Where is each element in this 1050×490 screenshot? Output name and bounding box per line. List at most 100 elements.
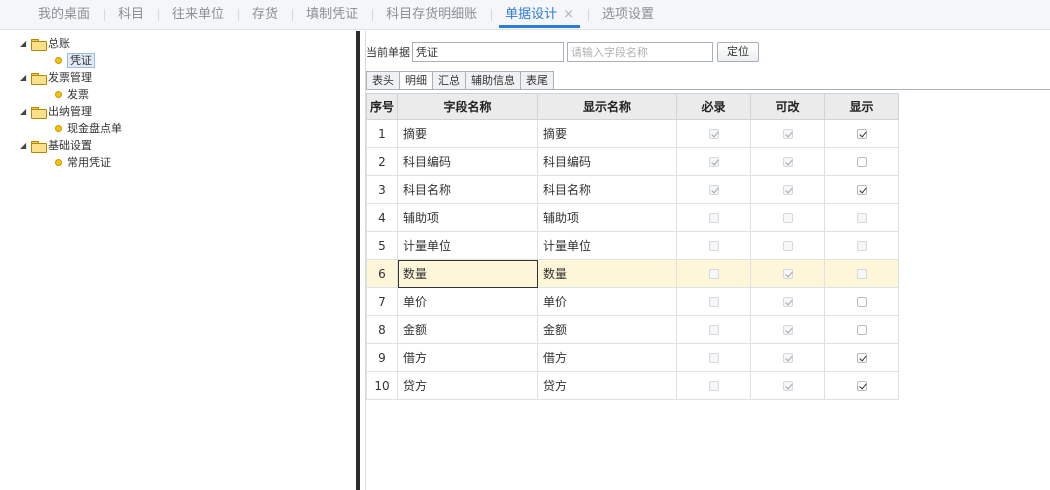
field-name-cell[interactable]: 数量 [397,259,538,288]
display-name-cell[interactable]: 辅助项 [537,203,677,232]
folder-icon [31,106,47,119]
display-name-cell[interactable]: 数量 [537,259,677,288]
field-name-cell[interactable]: 金额 [397,315,538,344]
table-row[interactable]: 3 科目名称 科目名称 [366,175,899,204]
grid-column-header: 字段名称 [397,93,538,120]
document-leaf-icon [55,125,62,132]
required-cell [676,175,751,204]
editable-cell [750,203,825,232]
design-panel: 当前单据 定位 表头明细汇总辅助信息表尾 序号字段名称显示名称必录可改显示 1摘… [366,31,1050,490]
visible-checkbox[interactable] [856,297,867,307]
visible-checkbox[interactable] [856,157,867,167]
editable-cell [750,119,825,148]
visible-checkbox[interactable] [856,325,867,335]
nav-tab-4[interactable]: 填制凭证 [292,0,372,30]
field-name-cell[interactable]: 辅助项 [397,203,538,232]
visible-checkbox[interactable] [856,185,867,195]
visible-checkbox[interactable] [856,381,867,391]
editable-checkbox [782,241,793,251]
visible-cell [824,147,899,176]
visible-checkbox[interactable] [856,353,867,363]
field-name-cell[interactable]: 单价 [397,287,538,316]
required-cell [676,259,751,288]
required-checkbox [708,157,719,167]
display-name-cell[interactable]: 单价 [537,287,677,316]
field-name-cell[interactable]: 贷方 [397,371,538,400]
expand-triangle-icon[interactable]: ◢ [20,35,28,52]
document-leaf-icon [55,159,62,166]
tree-leaf[interactable]: 现金盘点单 [0,120,356,137]
toolbar: 当前单据 定位 [366,41,759,63]
required-cell [676,343,751,372]
display-name-cell[interactable]: 借方 [537,343,677,372]
table-row[interactable]: 7 单价 单价 [366,287,899,316]
tree-node-label: 出纳管理 [48,105,92,118]
table-row[interactable]: 10 贷方 贷方 [366,371,899,400]
table-row[interactable]: 8 金额 金额 [366,315,899,344]
field-name-cell[interactable]: 摘要 [397,119,538,148]
editable-cell [750,343,825,372]
tree-node-label: 基础设置 [48,139,92,152]
tree-node[interactable]: ◢ 出纳管理 [0,103,356,120]
nav-tab-0[interactable]: 我的桌面 [24,0,104,30]
expand-triangle-icon[interactable]: ◢ [20,69,28,86]
table-row[interactable]: 2 科目编码 科目编码 [366,147,899,176]
visible-checkbox[interactable] [856,129,867,139]
table-row[interactable]: 5 计量单位 计量单位 [366,231,899,260]
nav-tab-5[interactable]: 科目存货明细账 [372,0,491,30]
editable-checkbox [782,269,793,279]
tree-leaf[interactable]: 凭证 [0,52,356,69]
nav-tab-3[interactable]: 存货 [238,0,292,30]
expand-triangle-icon[interactable]: ◢ [20,137,28,154]
table-row[interactable]: 1 摘要 摘要 [366,119,899,148]
table-row[interactable]: 6 数量 数量 [366,259,899,288]
display-name-cell[interactable]: 科目编码 [537,147,677,176]
field-search-input[interactable] [567,42,713,62]
nav-tab-7[interactable]: 选项设置 [588,0,668,30]
tab-1[interactable]: 明细 [399,71,432,90]
field-name-cell[interactable]: 借方 [397,343,538,372]
display-name-cell[interactable]: 金额 [537,315,677,344]
tab-2[interactable]: 汇总 [432,71,465,90]
visible-cell [824,371,899,400]
table-row[interactable]: 9 借方 借方 [366,343,899,372]
nav-tab-2[interactable]: 往来单位 [158,0,238,30]
required-cell [676,231,751,260]
field-name-cell[interactable]: 计量单位 [397,231,538,260]
tree-node[interactable]: ◢ 基础设置 [0,137,356,154]
table-row[interactable]: 4 辅助项 辅助项 [366,203,899,232]
locate-button[interactable]: 定位 [717,42,759,62]
row-number: 6 [366,259,398,288]
tab-0[interactable]: 表头 [366,71,399,90]
field-name-cell[interactable]: 科目名称 [397,175,538,204]
tree-node[interactable]: ◢ 总账 [0,35,356,52]
display-name-cell[interactable]: 贷方 [537,371,677,400]
display-name-cell[interactable]: 摘要 [537,119,677,148]
tree-leaf[interactable]: 常用凭证 [0,154,356,171]
current-doc-input[interactable] [412,42,564,62]
row-number: 9 [366,343,398,372]
tree-leaf[interactable]: 发票 [0,86,356,103]
display-name-cell[interactable]: 科目名称 [537,175,677,204]
display-name-cell[interactable]: 计量单位 [537,231,677,260]
close-icon[interactable]: × [563,7,574,22]
nav-tab-label: 单据设计 [505,6,558,22]
nav-tab-6[interactable]: 单据设计 × [491,0,588,30]
nav-tab-1[interactable]: 科目 [104,0,158,30]
tab-3[interactable]: 辅助信息 [465,71,520,90]
expand-triangle-icon[interactable]: ◢ [20,103,28,120]
tab-divider [366,89,1050,90]
tab-4[interactable]: 表尾 [520,71,554,90]
row-number: 8 [366,315,398,344]
visible-cell [824,315,899,344]
editable-checkbox [782,381,793,391]
required-checkbox [708,241,719,251]
current-doc-label: 当前单据 [366,46,410,59]
editable-checkbox [782,325,793,335]
nav-tab-label: 我的桌面 [38,6,91,22]
visible-cell [824,203,899,232]
field-name-cell[interactable]: 科目编码 [397,147,538,176]
tree-leaf-label: 现金盘点单 [67,122,122,135]
editable-checkbox [782,129,793,139]
tree-node[interactable]: ◢ 发票管理 [0,69,356,86]
